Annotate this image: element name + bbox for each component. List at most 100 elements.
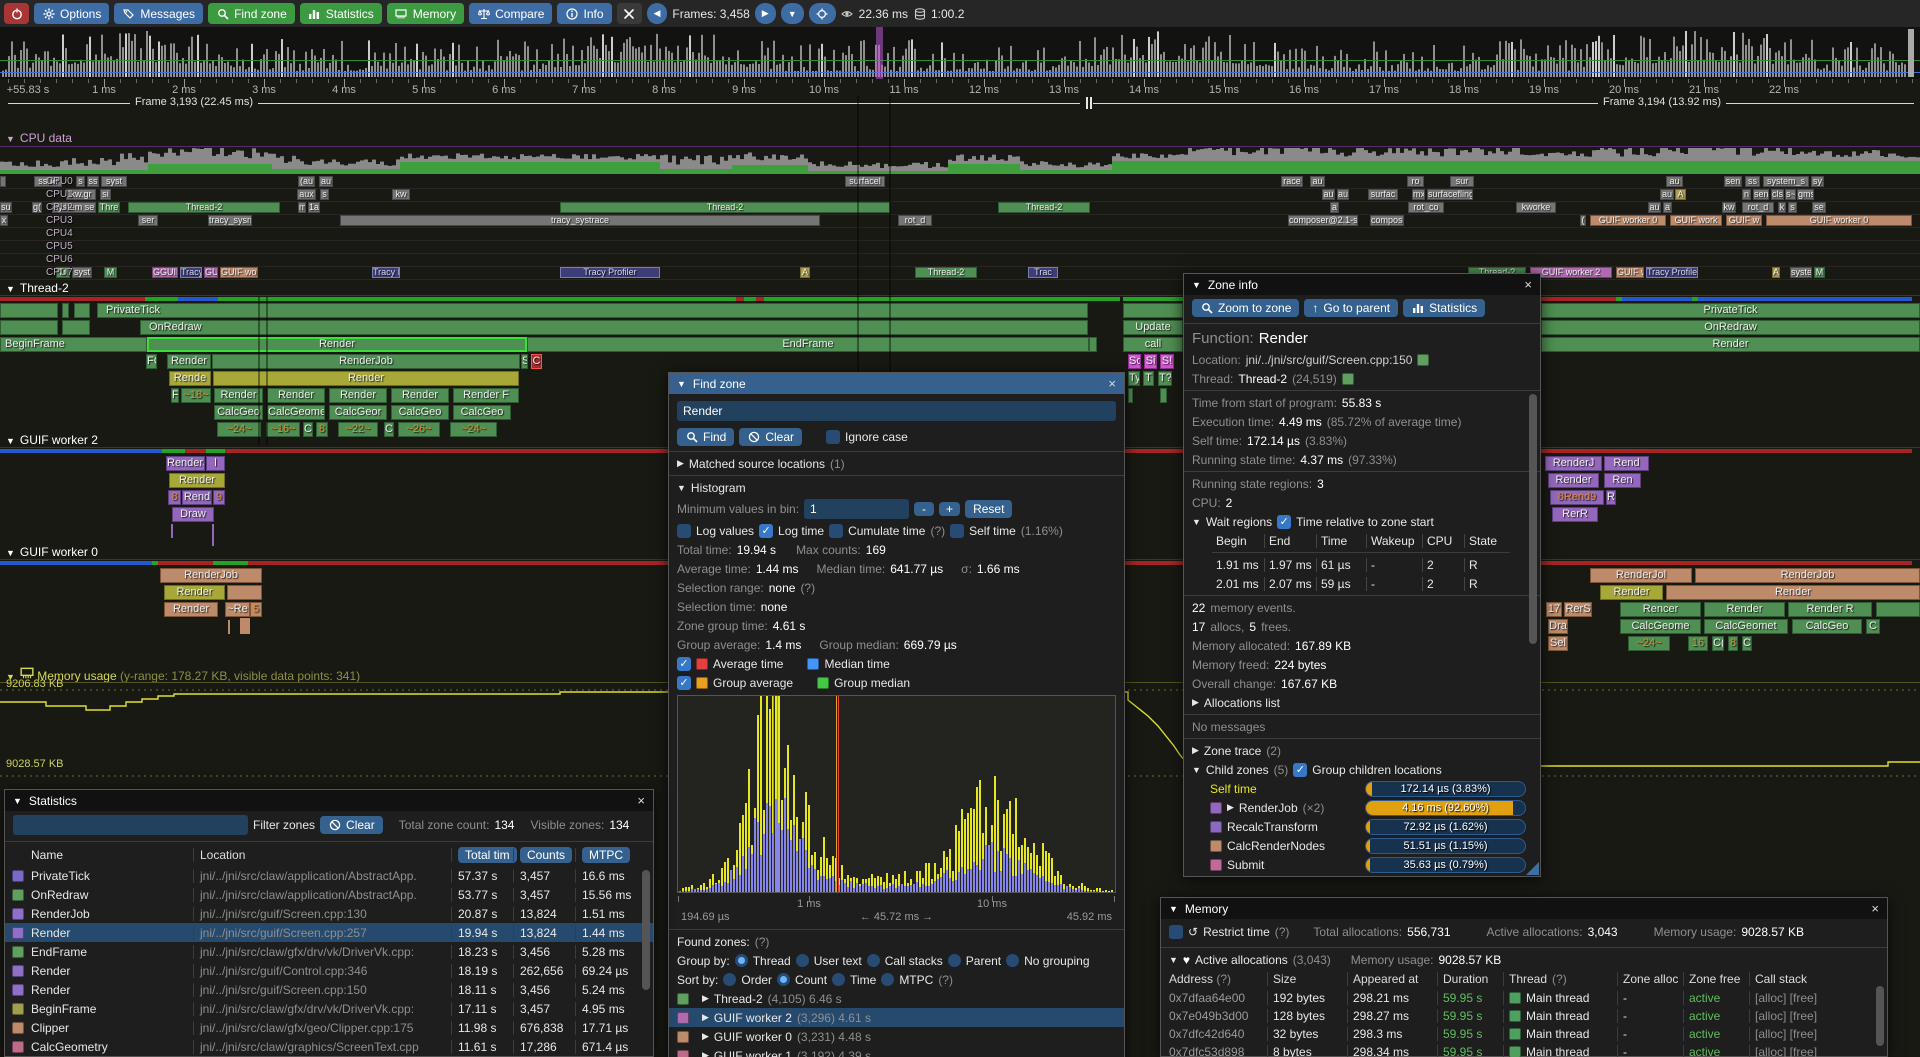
cpu-zone[interactable]: x xyxy=(0,215,8,226)
group-by-radio-no-grouping[interactable] xyxy=(1006,954,1019,967)
cpu-zone[interactable]: surfac xyxy=(1368,189,1398,200)
zone-unnamed[interactable] xyxy=(1160,388,1167,403)
histogram-toggle[interactable]: ▼Histogram xyxy=(669,478,1124,497)
zone-draw[interactable]: Draw xyxy=(172,507,214,522)
zone--22-[interactable]: ~22~ xyxy=(338,422,378,437)
statistics-row-render[interactable]: Renderjni/../jni/src/guif/Control.cpp:34… xyxy=(5,961,653,980)
cpu-zone[interactable]: au xyxy=(1310,176,1325,187)
cpu-zone[interactable]: Trac xyxy=(1028,267,1058,278)
column-header-address[interactable]: Address xyxy=(1169,972,1213,986)
section-header-cpu-data[interactable]: ▼CPU data xyxy=(6,131,72,145)
statistics-titlebar[interactable]: ▼ Statistics × xyxy=(5,790,653,811)
zone-unnamed[interactable] xyxy=(1876,602,1920,617)
zone--16-[interactable]: ~16~ xyxy=(266,422,300,437)
go-to-parent-button[interactable]: ↑Go to parent xyxy=(1304,299,1398,317)
cpu-zone[interactable]: GGUIF xyxy=(152,267,178,278)
zone-render-f[interactable]: Render F xyxy=(453,388,519,403)
zone-renderj[interactable]: RenderJ xyxy=(1545,456,1602,471)
zone-s[interactable]: S xyxy=(521,354,528,369)
close-icon[interactable]: × xyxy=(1108,376,1116,391)
zone-render-r[interactable]: Render R xyxy=(1788,602,1872,617)
min-bin-input[interactable]: 1 xyxy=(804,499,909,519)
clear-button[interactable]: Clear xyxy=(739,428,802,446)
cpu-zone[interactable]: au xyxy=(1666,176,1683,187)
cpu-zone[interactable]: Thread-2 xyxy=(998,202,1090,213)
cpu-zone[interactable]: kworke xyxy=(1516,202,1556,213)
child-zone-row[interactable]: ▶RenderJob(×2)4.16 ms (92.60%) xyxy=(1184,798,1540,817)
zone-beginframe[interactable]: BeginFrame xyxy=(0,337,147,352)
cpu-zone[interactable]: kw xyxy=(392,189,410,200)
log-values-checkbox[interactable] xyxy=(677,524,691,538)
cpu-zone[interactable]: GUIF w xyxy=(1726,215,1762,226)
zone-rers[interactable]: RerS xyxy=(1564,602,1592,617)
zone-c[interactable]: C xyxy=(303,422,313,437)
zone-info-titlebar[interactable]: ▼ Zone info × xyxy=(1184,274,1540,295)
statistics-scrollbar[interactable] xyxy=(642,870,650,990)
cpu-zone[interactable]: ( xyxy=(1580,215,1586,226)
memory-titlebar[interactable]: ▼ Memory × xyxy=(1161,898,1887,919)
zone-ty[interactable]: Ty xyxy=(1128,371,1140,386)
group-by-radio-parent[interactable] xyxy=(948,954,961,967)
ignore-case-checkbox[interactable] xyxy=(826,430,840,444)
column-header-mtpc[interactable]: MTPC xyxy=(582,847,630,863)
zone-unnamed[interactable] xyxy=(0,320,58,335)
found-zone-group-guif-worker-0[interactable]: ▶GUIF worker 0(3,231) 4.48 s xyxy=(669,1027,1124,1046)
cpu-zone[interactable]: aux xyxy=(297,189,316,200)
cpu-zone[interactable]: mx xyxy=(1412,189,1425,200)
group-by-radio-call-stacks[interactable] xyxy=(867,954,880,967)
zone--24-[interactable]: ~24~ xyxy=(450,422,497,437)
zone-unnamed[interactable] xyxy=(227,585,262,600)
cpu-zone[interactable]: n xyxy=(1742,189,1751,200)
group-by-radio-thread[interactable] xyxy=(735,954,748,967)
zone-l[interactable]: l xyxy=(206,456,225,471)
zone--18-[interactable]: ~18~ xyxy=(181,388,211,403)
collapse-icon[interactable]: ▼ xyxy=(677,379,686,389)
cpu-zone[interactable]: kw xyxy=(1722,202,1736,213)
zone-c[interactable]: C xyxy=(531,354,542,369)
cpu-zone[interactable]: s xyxy=(76,176,85,187)
zone-8[interactable]: 8 xyxy=(168,490,181,505)
cpu-zone[interactable]: A xyxy=(1772,267,1780,278)
zone-render[interactable]: Render xyxy=(1541,337,1920,352)
zone-sc[interactable]: Sc xyxy=(1128,354,1141,369)
zone-si[interactable]: Si xyxy=(1144,354,1157,369)
legend-checkbox[interactable]: ✓ xyxy=(677,676,691,690)
min-bin-increase-button[interactable]: + xyxy=(939,502,960,516)
memory-scrollbar[interactable] xyxy=(1876,986,1884,1046)
cpu-zone[interactable]: system_s xyxy=(1763,176,1809,187)
zone-privatetick[interactable]: PrivateTick xyxy=(1541,303,1920,318)
sort-by-radio-mtpc[interactable] xyxy=(881,973,894,986)
zone-rerr[interactable]: RerR xyxy=(1552,507,1598,522)
wait-regions-toggle[interactable]: ▼Wait regions ✓ Time relative to zone st… xyxy=(1184,512,1540,531)
cpu-zone[interactable]: race xyxy=(1281,176,1303,187)
sort-by-radio-order[interactable] xyxy=(723,973,736,986)
zone-render[interactable]: Render xyxy=(267,388,325,403)
cpu-zone[interactable]: Tracy Profiler xyxy=(1646,267,1698,278)
histogram-plot[interactable] xyxy=(677,695,1116,893)
find-button[interactable]: Find xyxy=(677,428,734,446)
column-header-zone-alloc[interactable]: Zone alloc xyxy=(1617,972,1683,986)
reset-button[interactable]: Reset xyxy=(965,500,1012,518)
cpu-zone[interactable]: surf xyxy=(0,202,12,213)
zone-t-[interactable]: T? xyxy=(1158,371,1172,386)
statistics-row-render[interactable]: Renderjni/../jni/src/guif/Screen.cpp:150… xyxy=(5,980,653,999)
zone-17[interactable]: 17 xyxy=(1546,602,1562,617)
log-time-checkbox[interactable]: ✓ xyxy=(759,524,773,538)
found-zone-group-guif-worker-2[interactable]: ▶GUIF worker 2(3,296) 4.61 s xyxy=(669,1008,1124,1027)
resize-grip[interactable] xyxy=(1526,862,1539,875)
zone-endframe[interactable]: EndFrame xyxy=(527,337,1089,352)
zone-location[interactable]: jni/../jni/src/guif/Screen.cpp:150 xyxy=(1246,353,1413,367)
group-children-checkbox[interactable]: ✓ xyxy=(1293,763,1307,777)
zone-render[interactable]: Render xyxy=(1704,602,1785,617)
cpu-zone[interactable]: tracy_sysn xyxy=(208,215,252,226)
zone-rencer[interactable]: Rencer xyxy=(1620,602,1701,617)
zone-renderjo[interactable]: RenderJo xyxy=(166,456,205,471)
zone-render[interactable]: Render xyxy=(1666,585,1920,600)
cpu-zone[interactable]: sy xyxy=(1811,176,1824,187)
cpu-zone[interactable]: sur xyxy=(1450,176,1474,187)
statistics-row-onredraw[interactable]: OnRedrawjni/../jni/src/claw/application/… xyxy=(5,885,653,904)
close-icon[interactable]: × xyxy=(1524,277,1532,292)
column-header-call-stack[interactable]: Call stack xyxy=(1749,972,1887,986)
zoom-to-zone-button[interactable]: Zoom to zone xyxy=(1192,299,1299,317)
cpu-zone[interactable]: sen xyxy=(1724,176,1742,187)
